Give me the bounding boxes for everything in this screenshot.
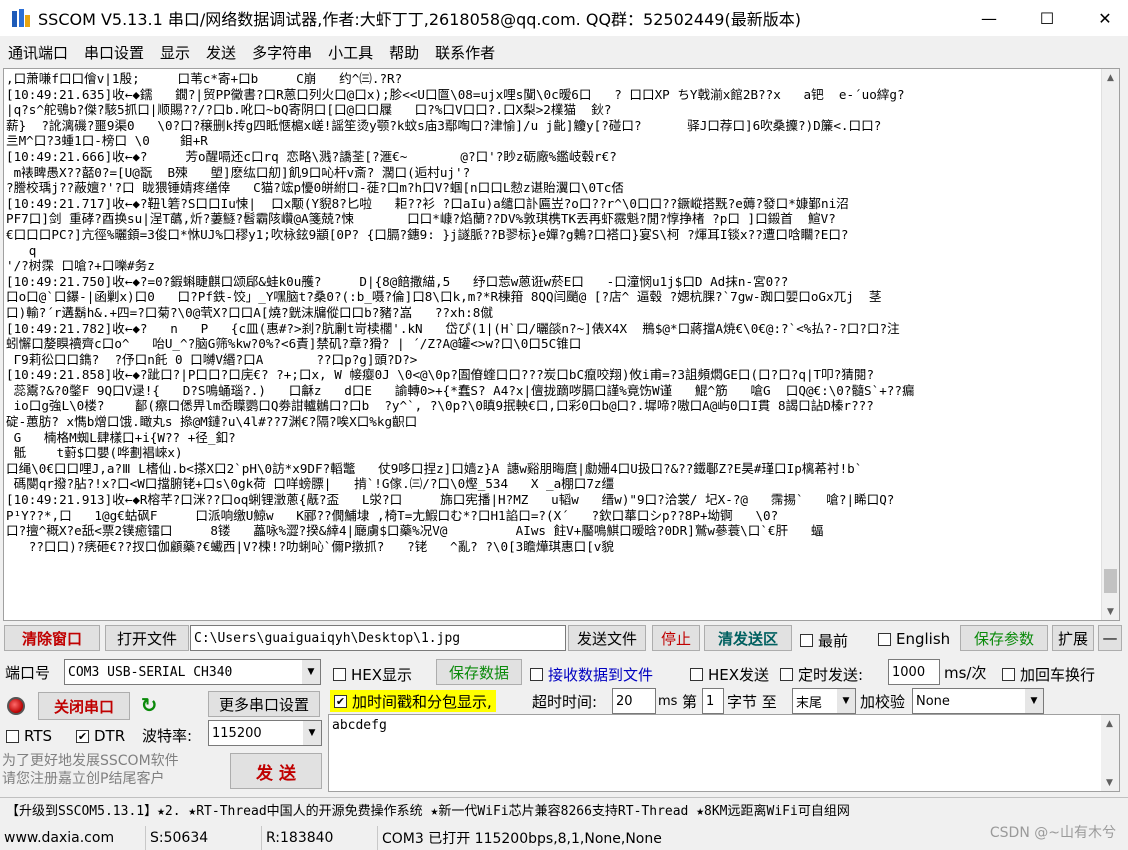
save-params-button[interactable]: 保存参数 (960, 625, 1048, 651)
chevron-down-icon[interactable]: ▼ (1025, 689, 1043, 713)
port-state: COM3 已打开 115200bps,8,1,None,None (382, 831, 662, 847)
checkbox-icon[interactable] (333, 668, 346, 681)
interval-unit-label: ms/次 (944, 663, 987, 682)
checkmark-icon[interactable]: ✔ (334, 694, 347, 708)
file-path-input[interactable]: C:\Users\guaiguaiqyh\Desktop\1.jpg (190, 625, 566, 651)
open-file-button[interactable]: 打开文件 (105, 625, 189, 651)
checkbox-icon[interactable] (780, 668, 793, 681)
stop-button[interactable]: 停止 (652, 625, 700, 651)
scroll-down-icon[interactable]: ▼ (1101, 774, 1118, 791)
byte-index-input[interactable]: 1 (702, 688, 724, 714)
close-button[interactable]: ✕ (1082, 0, 1128, 36)
english-checkbox[interactable]: English (878, 630, 950, 648)
send-text-input[interactable]: abcdefg (332, 718, 387, 733)
baud-select[interactable]: 115200 ▼ (208, 720, 322, 746)
scroll-up-icon[interactable]: ▲ (1102, 69, 1119, 86)
scrollbar-thumb[interactable] (1104, 569, 1117, 593)
checkbox-icon[interactable] (878, 632, 891, 646)
title-bar: SSCOM V5.13.1 串口/网络数据调试器,作者:大虾丁丁,2618058… (0, 0, 1128, 36)
receive-scrollbar[interactable]: ▲ ▼ (1101, 69, 1119, 620)
menu-bar: 通讯端口 串口设置 显示 发送 多字符串 小工具 帮助 联系作者 (0, 38, 512, 66)
chevron-down-icon[interactable]: ▼ (837, 689, 855, 713)
clear-window-button[interactable]: 清除窗口 (4, 625, 100, 651)
end-select[interactable]: 末尾 ▼ (792, 688, 856, 714)
register-hint: 为了更好地发展SSCOM软件 请您注册嘉立创P结尾客户 (2, 753, 179, 787)
checkbox-icon[interactable] (1002, 668, 1015, 681)
checksum-select[interactable]: None ▼ (912, 688, 1044, 714)
menu-multi-string[interactable]: 多字符串 (252, 42, 312, 63)
recv-to-file-checkbox[interactable]: 接收数据到文件 (530, 664, 653, 685)
rts-checkbox[interactable]: RTS (6, 727, 52, 745)
dtr-checkbox[interactable]: ✔ DTR (76, 727, 125, 745)
refresh-icon[interactable]: ↻ (138, 693, 160, 717)
send-area[interactable]: abcdefg ▲ ▼ (328, 714, 1120, 792)
sscom-logo-icon (10, 7, 32, 29)
checksum-label: 加校验 (860, 692, 906, 711)
checkmark-icon[interactable]: ✔ (76, 729, 89, 743)
window-title: SSCOM V5.13.1 串口/网络数据调试器,作者:大虾丁丁,2618058… (38, 10, 801, 29)
hex-send-checkbox[interactable]: HEX发送 (690, 664, 769, 685)
port-label: 端口号 (5, 663, 51, 682)
timestamp-checkbox[interactable]: ✔ 加时间戳和分包显示, (330, 690, 496, 712)
close-port-button[interactable]: 关闭串口 (38, 692, 130, 720)
status-bar: www.daxia.com S:50634 R:183840 COM3 已打开 … (0, 826, 1128, 850)
chevron-down-icon[interactable]: ▼ (303, 721, 321, 745)
clear-send-button[interactable]: 清发送区 (704, 625, 792, 651)
menu-tools[interactable]: 小工具 (328, 42, 373, 63)
timed-send-checkbox[interactable]: 定时发送: (780, 664, 863, 685)
receive-area[interactable]: ,口萧嗛f口口儈v|1殷; 口苇c*寄+口b C崩 约^㈢.?R? [10:49… (3, 68, 1120, 621)
more-settings-button[interactable]: 更多串口设置 (208, 691, 320, 717)
send-file-button[interactable]: 发送文件 (568, 625, 646, 651)
baud-label: 波特率: (142, 726, 193, 745)
port-select[interactable]: COM3 USB-SERIAL CH340 ▼ (64, 659, 321, 685)
promo-ticker[interactable]: 【升级到SSCOM5.13.1】★2. ★RT-Thread中国人的开源免费操作… (0, 797, 1128, 821)
timeout-input[interactable]: 20 (612, 688, 656, 714)
received-count: R:183840 (262, 826, 378, 850)
interval-input[interactable]: 1000 (888, 659, 940, 685)
website-link[interactable]: www.daxia.com (0, 826, 146, 850)
chevron-down-icon[interactable]: ▼ (302, 660, 320, 684)
minimize-button[interactable]: — (966, 0, 1012, 36)
watermark-text: CSDN @~山有木兮 (989, 825, 1116, 841)
send-button[interactable]: 发 送 (230, 753, 322, 789)
hex-display-checkbox[interactable]: HEX显示 (333, 664, 412, 685)
menu-help[interactable]: 帮助 (389, 42, 419, 63)
menu-serial-settings[interactable]: 串口设置 (84, 42, 144, 63)
menu-comm-port[interactable]: 通讯端口 (8, 42, 68, 63)
receive-text[interactable]: ,口萧嗛f口口儈v|1殷; 口苇c*寄+口b C崩 约^㈢.?R? [10:49… (6, 71, 1100, 619)
send-scrollbar[interactable]: ▲ ▼ (1101, 715, 1119, 791)
ms-label: ms (658, 693, 678, 709)
save-data-button[interactable]: 保存数据 (436, 659, 522, 685)
scroll-down-icon[interactable]: ▼ (1102, 603, 1119, 620)
topmost-checkbox[interactable]: 最前 (800, 630, 848, 651)
sent-count: S:50634 (146, 826, 262, 850)
menu-display[interactable]: 显示 (160, 42, 190, 63)
di-label: 第 (682, 692, 698, 711)
checkbox-icon[interactable] (800, 634, 813, 647)
maximize-button[interactable]: ☐ (1024, 0, 1070, 36)
add-crlf-checkbox[interactable]: 加回车换行 (1002, 664, 1095, 685)
byte-to-label: 字节 至 (727, 692, 777, 711)
port-status-led-icon (7, 697, 25, 715)
menu-send[interactable]: 发送 (206, 42, 236, 63)
expand-button[interactable]: 扩展 (1052, 625, 1094, 651)
checkbox-icon[interactable] (530, 668, 543, 681)
checkbox-icon[interactable] (690, 668, 703, 681)
scroll-up-icon[interactable]: ▲ (1101, 715, 1118, 732)
timeout-label: 超时时间: (532, 692, 598, 711)
menu-contact-author[interactable]: 联系作者 (435, 42, 495, 63)
collapse-button[interactable]: — (1098, 625, 1122, 651)
checkbox-icon[interactable] (6, 729, 19, 743)
